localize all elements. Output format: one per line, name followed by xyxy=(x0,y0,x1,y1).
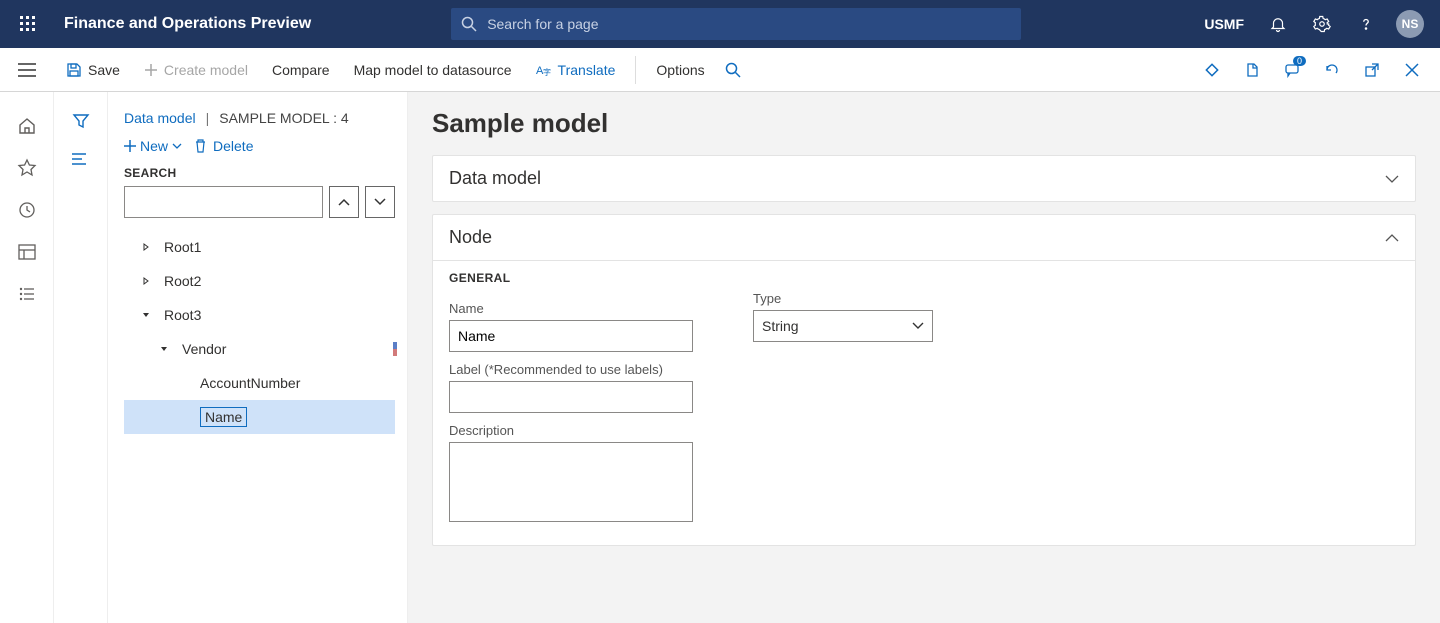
tree-node-label: Root3 xyxy=(164,307,201,323)
create-model-button: Create model xyxy=(132,48,260,91)
tree-node-label: AccountNumber xyxy=(200,375,300,391)
delete-label: Delete xyxy=(213,138,253,154)
plus-icon xyxy=(144,63,158,77)
tree-node[interactable]: Vendor xyxy=(124,332,395,366)
chevron-down-icon xyxy=(374,198,386,206)
popout-button[interactable] xyxy=(1356,54,1388,86)
settings-icon[interactable] xyxy=(1302,4,1342,44)
breadcrumb-root[interactable]: Data model xyxy=(124,110,196,126)
divider xyxy=(635,56,636,84)
breadcrumb-sep: | xyxy=(206,110,210,126)
help-icon[interactable] xyxy=(1346,4,1386,44)
breadcrumb-current: SAMPLE MODEL : 4 xyxy=(219,110,348,126)
caret-placeholder xyxy=(174,375,190,391)
caret-right-icon[interactable] xyxy=(138,243,154,251)
recent-icon[interactable] xyxy=(17,200,37,220)
global-search[interactable] xyxy=(451,8,1021,40)
description-label: Description xyxy=(449,423,693,438)
name-label: Name xyxy=(449,301,693,316)
save-label: Save xyxy=(88,62,120,78)
search-prev-button[interactable] xyxy=(329,186,359,218)
label-label: Label (*Recommended to use labels) xyxy=(449,362,693,377)
chevron-down-icon xyxy=(172,143,182,149)
create-model-label: Create model xyxy=(164,62,248,78)
page-title: Sample model xyxy=(432,108,1416,139)
caret-right-icon[interactable] xyxy=(138,277,154,285)
type-label: Type xyxy=(753,291,933,306)
attachments-button[interactable] xyxy=(1236,54,1268,86)
global-search-input[interactable] xyxy=(487,16,1011,32)
change-indicator xyxy=(393,342,397,356)
tree-node-label: Root1 xyxy=(164,239,201,255)
map-model-button[interactable]: Map model to datasource xyxy=(342,48,524,91)
find-button[interactable] xyxy=(717,48,749,91)
compare-label: Compare xyxy=(272,62,330,78)
type-value: String xyxy=(762,318,799,334)
filter-icon[interactable] xyxy=(72,112,90,130)
modules-icon[interactable] xyxy=(17,284,37,304)
user-avatar[interactable]: NS xyxy=(1390,4,1430,44)
name-field[interactable] xyxy=(449,320,693,352)
tree-node[interactable]: Name xyxy=(124,400,395,434)
delete-button[interactable]: Delete xyxy=(194,138,253,154)
list-toggle-icon[interactable] xyxy=(72,152,90,166)
label-field[interactable] xyxy=(449,381,693,413)
chevron-up-icon xyxy=(338,198,350,206)
chevron-down-icon xyxy=(912,322,924,330)
home-icon[interactable] xyxy=(17,116,37,136)
waffle-icon[interactable] xyxy=(10,6,46,42)
new-button[interactable]: New xyxy=(124,138,182,154)
translate-button[interactable]: A字 Translate xyxy=(524,48,628,91)
svg-text:字: 字 xyxy=(543,67,551,77)
card-node-header[interactable]: Node xyxy=(433,215,1415,260)
app-title: Finance and Operations Preview xyxy=(64,15,311,33)
workspaces-icon[interactable] xyxy=(17,242,37,262)
trash-icon xyxy=(194,139,207,153)
nav-toggle-icon[interactable] xyxy=(0,48,54,91)
section-general: GENERAL xyxy=(449,271,1399,285)
translate-label: Translate xyxy=(558,62,616,78)
legal-entity[interactable]: USMF xyxy=(1204,16,1244,32)
tree-search-input[interactable] xyxy=(124,186,323,218)
diamond-button[interactable] xyxy=(1196,54,1228,86)
card-data-model-header[interactable]: Data model xyxy=(433,156,1415,201)
search-label: SEARCH xyxy=(124,166,395,180)
chevron-up-icon xyxy=(1385,234,1399,242)
description-field[interactable] xyxy=(449,442,693,522)
tree-node[interactable]: AccountNumber xyxy=(124,366,395,400)
save-icon xyxy=(66,62,82,78)
options-label: Options xyxy=(656,62,704,78)
search-next-button[interactable] xyxy=(365,186,395,218)
card-node-title: Node xyxy=(449,227,492,248)
plus-icon xyxy=(124,140,136,152)
favorites-icon[interactable] xyxy=(17,158,37,178)
tree-node[interactable]: Root1 xyxy=(124,230,395,264)
tree-node[interactable]: Root3 xyxy=(124,298,395,332)
compare-button[interactable]: Compare xyxy=(260,48,342,91)
caret-down-icon[interactable] xyxy=(156,345,172,353)
tree-node-label: Root2 xyxy=(164,273,201,289)
messages-button[interactable]: 0 xyxy=(1276,54,1308,86)
chevron-down-icon xyxy=(1385,175,1399,183)
refresh-button[interactable] xyxy=(1316,54,1348,86)
map-model-label: Map model to datasource xyxy=(354,62,512,78)
card-data-model-title: Data model xyxy=(449,168,541,189)
caret-down-icon[interactable] xyxy=(138,311,154,319)
avatar-initials: NS xyxy=(1396,10,1424,38)
type-select[interactable]: String xyxy=(753,310,933,342)
search-icon xyxy=(725,62,741,78)
translate-icon: A字 xyxy=(536,63,552,77)
messages-badge: 0 xyxy=(1293,56,1306,66)
options-button[interactable]: Options xyxy=(644,48,716,91)
tree-node-label: Name xyxy=(200,407,247,427)
close-button[interactable] xyxy=(1396,54,1428,86)
save-button[interactable]: Save xyxy=(54,48,132,91)
tree-node[interactable]: Root2 xyxy=(124,264,395,298)
search-icon xyxy=(461,16,477,32)
notifications-icon[interactable] xyxy=(1258,4,1298,44)
model-tree[interactable]: Root1 Root2 Root3 Vendor AccountNumber Name xyxy=(124,230,395,434)
caret-placeholder xyxy=(174,409,190,425)
new-label: New xyxy=(140,138,168,154)
tree-node-label: Vendor xyxy=(182,341,226,357)
